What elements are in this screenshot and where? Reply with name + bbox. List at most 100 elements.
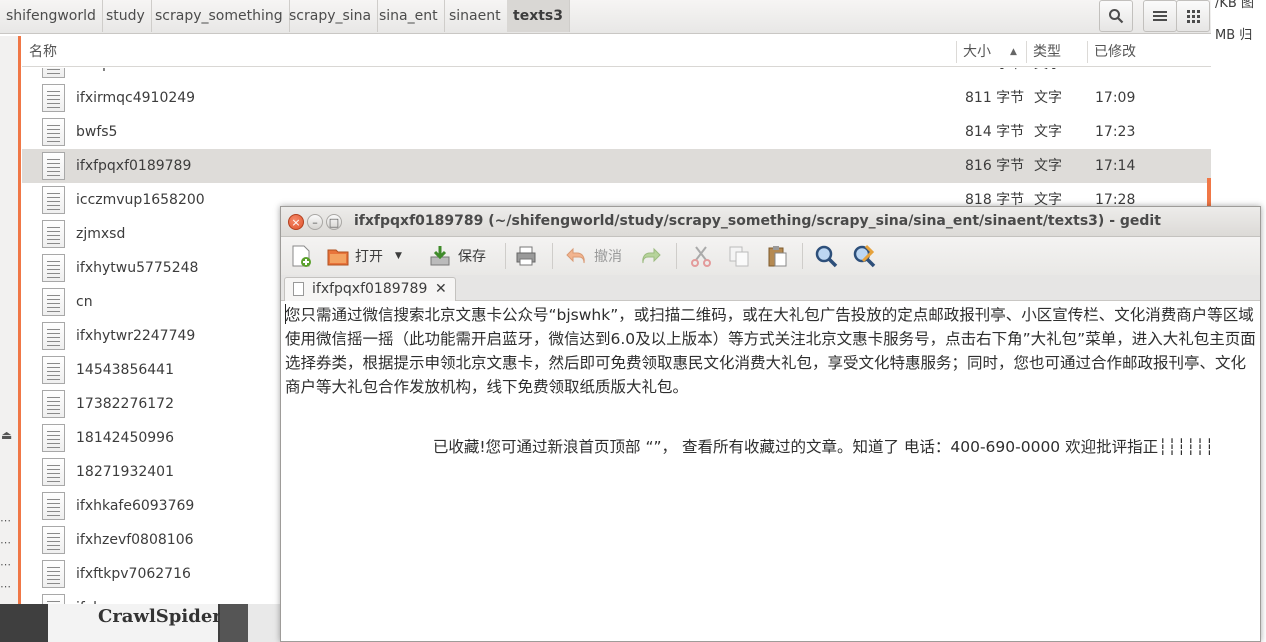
- toolbar-separator: [505, 243, 506, 269]
- ellipsis-icon: ⋯: [0, 536, 12, 549]
- toolbar: 打开 ▼ 保存 撤消: [281, 237, 1260, 275]
- tab-label: ifxfpqxf0189789: [312, 281, 428, 297]
- file-type: 文字: [1034, 90, 1062, 106]
- document-tab[interactable]: ifxfpqxf0189789 ✕: [284, 277, 456, 301]
- minimize-button[interactable]: –: [307, 214, 323, 230]
- text-editor[interactable]: 您只需通过微信搜索北京文惠卡公众号“bjswhk”，或扫描二维码，或在大礼包广告…: [281, 301, 1260, 641]
- column-modified[interactable]: 已修改: [1087, 37, 1136, 67]
- blog-card-title: CrawlSpider: [98, 606, 222, 627]
- undo-button[interactable]: 撤消: [564, 242, 622, 270]
- file-row[interactable]: ifxiqe... 809 字节文字 17:27: [22, 68, 1211, 81]
- text-file-icon: [42, 288, 65, 316]
- toolbar-separator: [676, 243, 677, 269]
- save-icon: [430, 246, 450, 266]
- replace-button[interactable]: [852, 242, 876, 270]
- view-grid-button[interactable]: [1176, 0, 1210, 32]
- sort-ascending-icon: ▲: [1010, 47, 1017, 57]
- file-type: 文字: [1034, 124, 1062, 140]
- text-file-icon: [42, 186, 65, 214]
- new-document-button[interactable]: [289, 242, 313, 270]
- file-name: ifxiqe...: [76, 68, 128, 81]
- file-row[interactable]: ifxirmqc4910249 811 字节 文字 17:09: [22, 81, 1211, 115]
- title-bar[interactable]: × – □ ifxfpqxf0189789 (~/shifengworld/st…: [281, 207, 1260, 237]
- print-icon: [516, 246, 536, 266]
- blog-card[interactable]: CrawlSpider: [48, 604, 222, 642]
- print-button[interactable]: [514, 242, 538, 270]
- file-name: ifxfpqxf0189789: [76, 158, 192, 174]
- search-icon: [1109, 9, 1124, 24]
- column-size[interactable]: 大小: [956, 37, 991, 67]
- breadcrumb-sina-ent[interactable]: sina_ent: [373, 0, 445, 32]
- text-file-icon: [42, 322, 65, 350]
- file-modified: 17:27: [1095, 68, 1135, 81]
- breadcrumb-texts3[interactable]: texts3: [507, 0, 570, 32]
- column-type[interactable]: 类型: [1026, 37, 1061, 67]
- paste-icon: [768, 246, 787, 267]
- text-file-icon: [42, 254, 65, 282]
- paste-button[interactable]: [765, 242, 789, 270]
- text-file-icon: [42, 118, 65, 146]
- file-name: ifxhkafe6093769: [76, 498, 195, 514]
- open-button[interactable]: 打开 ▼: [326, 242, 402, 270]
- chevron-down-icon[interactable]: ▼: [395, 251, 402, 261]
- grid-view-icon: [1186, 9, 1200, 23]
- breadcrumb-shifengworld[interactable]: shifengworld: [0, 0, 103, 32]
- file-size: 816 字节: [965, 158, 1025, 174]
- file-name: 14543856441: [76, 362, 174, 378]
- file-name: cn: [76, 294, 93, 310]
- tab-close-icon[interactable]: ✕: [435, 278, 447, 300]
- file-name: ifxftkpv7062716: [76, 566, 191, 582]
- breadcrumb-sinaent[interactable]: sinaent: [443, 0, 508, 32]
- file-name: ifxhzevf0808106: [76, 532, 194, 548]
- open-label: 打开: [355, 249, 383, 265]
- text-file-icon: [42, 560, 65, 588]
- toolbar-separator: [802, 243, 803, 269]
- toolbar-separator: [552, 243, 553, 269]
- strip-divider: [220, 604, 248, 642]
- file-name: zjmxsd: [76, 226, 126, 242]
- file-name: ifxhytwr2247749: [76, 328, 196, 344]
- breadcrumb-scrapy-sina[interactable]: scrapy_sina: [283, 0, 379, 32]
- file-size: 809 字节: [965, 68, 1024, 81]
- gedit-window: × – □ ifxfpqxf0189789 (~/shifengworld/st…: [280, 206, 1261, 642]
- undo-icon: [566, 247, 585, 264]
- window-title: ifxfpqxf0189789 (~/shifengworld/study/sc…: [354, 213, 1161, 229]
- file-row[interactable]: ifxfpqxf0189789 816 字节 文字 17:14: [22, 149, 1211, 183]
- file-modified: 17:14: [1095, 158, 1136, 174]
- file-size: 811 字节: [965, 90, 1025, 106]
- file-name: 18142450996: [76, 430, 174, 446]
- close-window-button[interactable]: ×: [288, 214, 304, 230]
- eject-icon[interactable]: ⏏: [1, 428, 12, 442]
- text-file-icon: [42, 152, 65, 180]
- copy-icon: [729, 246, 749, 267]
- ellipsis-icon: ⋯: [0, 558, 12, 571]
- file-modified: 17:09: [1095, 90, 1136, 106]
- file-type: 文字: [1034, 68, 1062, 81]
- view-list-button[interactable]: [1143, 0, 1177, 32]
- replace-icon: [853, 244, 876, 268]
- file-modified: 17:23: [1095, 124, 1136, 140]
- redo-button[interactable]: [639, 242, 663, 270]
- new-document-icon: [292, 245, 311, 267]
- maximize-button[interactable]: □: [326, 214, 342, 230]
- find-button[interactable]: [814, 242, 838, 270]
- breadcrumb-study[interactable]: study: [100, 0, 152, 32]
- cut-button[interactable]: [689, 242, 713, 270]
- breadcrumb-scrapy-something[interactable]: scrapy_something: [149, 0, 290, 32]
- text-file-icon: [42, 492, 65, 520]
- text-file-icon: [42, 356, 65, 384]
- ellipsis-icon: ⋯: [0, 580, 12, 593]
- close-icon: ×: [291, 216, 301, 229]
- redo-icon: [642, 247, 661, 264]
- blog-strip: CrawlSpider: [0, 604, 280, 642]
- column-name[interactable]: 名称: [22, 37, 57, 67]
- find-icon: [815, 245, 838, 268]
- search-button[interactable]: [1099, 0, 1133, 32]
- text-file-icon: [42, 458, 65, 486]
- cut-icon: [691, 246, 711, 267]
- file-row[interactable]: bwfs5 814 字节 文字 17:23: [22, 115, 1211, 149]
- file-name: 18271932401: [76, 464, 174, 480]
- copy-button[interactable]: [727, 242, 751, 270]
- save-button[interactable]: 保存: [428, 242, 486, 270]
- document-paragraph-2: 已收藏!您可通过新浪首页顶部 “”， 查看所有收藏过的文章。知道了 电话：400…: [285, 438, 1215, 456]
